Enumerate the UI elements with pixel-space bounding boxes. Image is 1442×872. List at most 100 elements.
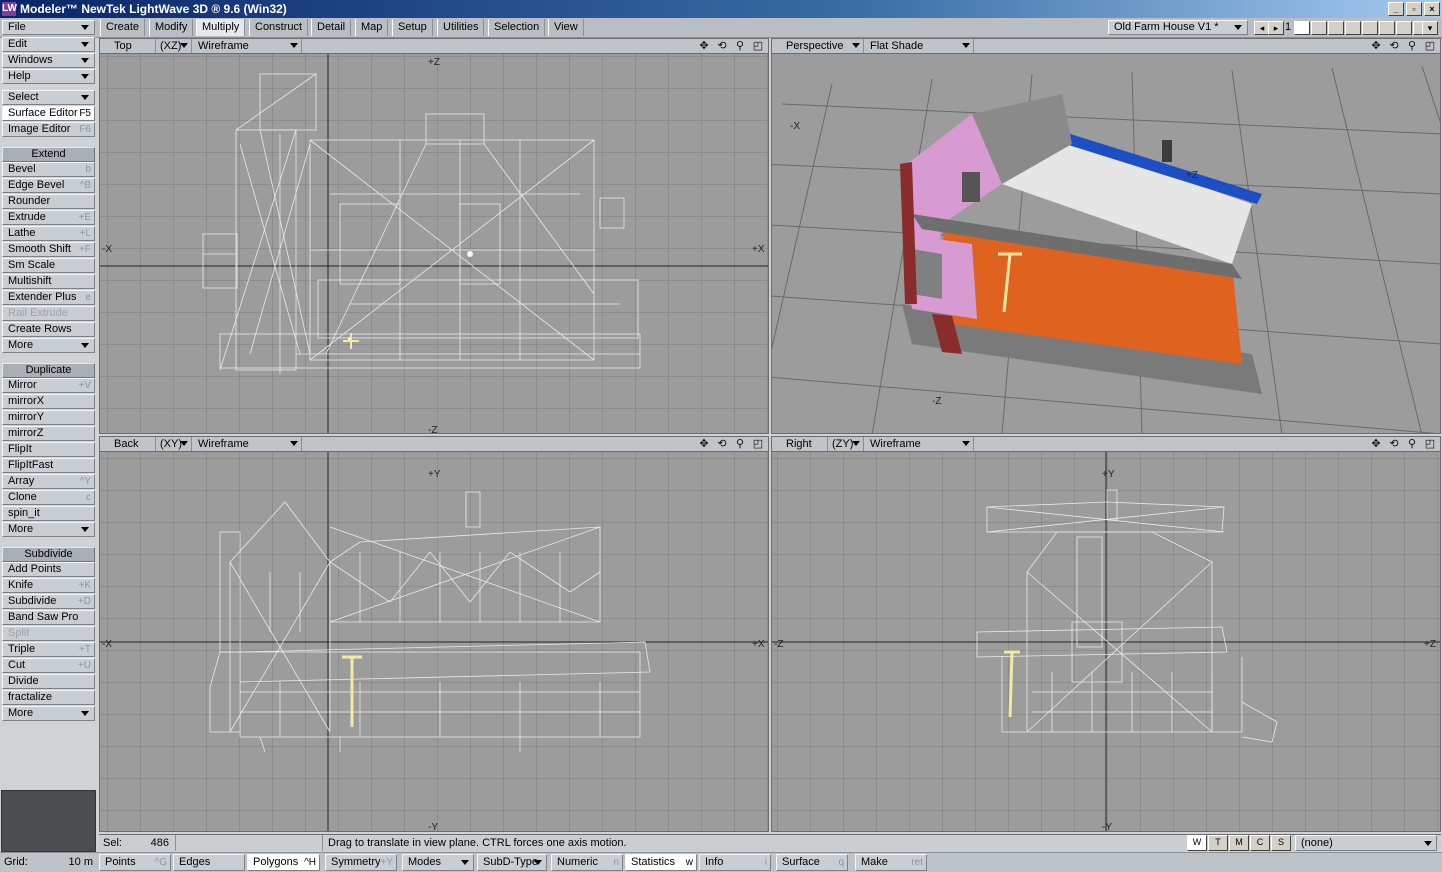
tab-utilities[interactable]: Utilities	[437, 19, 485, 36]
viewport-top-canvas[interactable]: +Z -Z -X +X	[100, 54, 768, 433]
flipitfast-button[interactable]: FlipItFast	[2, 458, 95, 473]
create-rows-button[interactable]: Create Rows	[2, 322, 95, 337]
surface-select[interactable]: (none)	[1295, 835, 1437, 851]
flipit-button[interactable]: FlipIt	[2, 442, 95, 457]
layer-menu-icon[interactable]: ▾	[1422, 21, 1438, 35]
spin-it-button[interactable]: spin_it	[2, 506, 95, 521]
tab-create[interactable]: Create	[100, 19, 146, 36]
rail-extrude-button[interactable]: Rail Extrude	[2, 306, 95, 321]
wtmcs-t-button[interactable]: T	[1208, 835, 1228, 851]
split-button[interactable]: Split	[2, 626, 95, 641]
move-view-icon[interactable]: ✥	[1368, 39, 1384, 53]
view-axes-back[interactable]: (XY)	[156, 437, 192, 451]
numeric-button[interactable]: Numeric n	[551, 854, 623, 871]
image-editor-button[interactable]: Image Editor F6	[2, 122, 95, 137]
view-name-top[interactable]: Top	[110, 39, 156, 53]
make-button[interactable]: Make ret	[855, 854, 927, 871]
help-menu[interactable]: Help	[2, 69, 95, 84]
layer-3-icon[interactable]	[1328, 21, 1344, 35]
clone-button[interactable]: Clone c	[2, 490, 95, 505]
rotate-view-icon[interactable]: ⟲	[1386, 39, 1402, 53]
knife-button[interactable]: Knife +K	[2, 578, 95, 593]
view-name-perspective[interactable]: Perspective	[782, 39, 864, 53]
view-axes-right[interactable]: (ZY)	[828, 437, 864, 451]
next-layer-icon[interactable]: ▸	[1268, 21, 1284, 35]
symmetry-button[interactable]: Symmetry +Y	[325, 854, 397, 871]
divide-button[interactable]: Divide	[2, 674, 95, 689]
cut-button[interactable]: Cut +U	[2, 658, 95, 673]
file-menu[interactable]: File	[2, 20, 95, 35]
modes-menu[interactable]: Modes	[402, 854, 474, 871]
viewport-right-canvas[interactable]: +Y -Y -Z +Z	[772, 452, 1440, 831]
minimize-button[interactable]: _	[1388, 2, 1404, 16]
bevel-button[interactable]: Bevel b	[2, 162, 95, 177]
tab-multiply[interactable]: Multiply	[196, 19, 246, 36]
rotate-view-icon[interactable]: ⟲	[1386, 437, 1402, 451]
rounder-button[interactable]: Rounder	[2, 194, 95, 209]
surface-editor-button[interactable]: Surface Editor F5	[2, 106, 95, 121]
edge-bevel-button[interactable]: Edge Bevel ^B	[2, 178, 95, 193]
edit-menu[interactable]: Edit	[2, 37, 95, 52]
polygons-mode-button[interactable]: Polygons ^H	[247, 854, 320, 871]
view-axes-top[interactable]: (XZ)	[156, 39, 192, 53]
maximize-view-icon[interactable]: ◰	[1422, 39, 1438, 53]
viewport-back[interactable]: Back (XY) Wireframe ✥ ⟲ ⚲ ◰ +Y -Y -X +X	[99, 436, 769, 832]
tab-modify[interactable]: Modify	[149, 19, 194, 36]
viewport-back-canvas[interactable]: +Y -Y -X +X	[100, 452, 768, 831]
viewport-right[interactable]: Right (ZY) Wireframe ✥ ⟲ ⚲ ◰ +Y -Y -Z +Z	[771, 436, 1441, 832]
viewport-top[interactable]: Top (XZ) Wireframe ✥ ⟲ ⚲ ◰ +Z -Z -X +X	[99, 38, 769, 434]
maximize-view-icon[interactable]: ◰	[750, 437, 766, 451]
lathe-button[interactable]: Lathe +L	[2, 226, 95, 241]
move-view-icon[interactable]: ✥	[1368, 437, 1384, 451]
render-mode-back[interactable]: Wireframe	[194, 437, 302, 451]
subdivide-more-button[interactable]: More	[2, 706, 95, 721]
tab-detail[interactable]: Detail	[311, 19, 352, 36]
tab-selection[interactable]: Selection	[488, 19, 546, 36]
layer-1-icon[interactable]	[1294, 21, 1310, 35]
array-button[interactable]: Array ^Y	[2, 474, 95, 489]
wtmcs-w-button[interactable]: W	[1187, 835, 1207, 851]
extrude-button[interactable]: Extrude +E	[2, 210, 95, 225]
mirrorz-button[interactable]: mirrorZ	[2, 426, 95, 441]
duplicate-more-button[interactable]: More	[2, 522, 95, 537]
mirrorx-button[interactable]: mirrorX	[2, 394, 95, 409]
tab-view[interactable]: View	[548, 19, 584, 36]
close-button[interactable]: ×	[1424, 2, 1440, 16]
move-view-icon[interactable]: ✥	[696, 39, 712, 53]
zoom-view-icon[interactable]: ⚲	[1404, 39, 1420, 53]
extend-more-button[interactable]: More	[2, 338, 95, 353]
render-mode-top[interactable]: Wireframe	[194, 39, 302, 53]
mirrory-button[interactable]: mirrorY	[2, 410, 95, 425]
tab-construct[interactable]: Construct	[249, 19, 309, 36]
layer-7-icon[interactable]	[1396, 21, 1412, 35]
rotate-view-icon[interactable]: ⟲	[714, 437, 730, 451]
fractalize-button[interactable]: fractalize	[2, 690, 95, 705]
viewport-perspective-canvas[interactable]: -X +Z -Z	[772, 54, 1440, 433]
surface-button[interactable]: Surface q	[776, 854, 848, 871]
wtmcs-s-button[interactable]: S	[1271, 835, 1291, 851]
select-menu[interactable]: Select	[2, 90, 95, 105]
object-select[interactable]: Old Farm House V1 *	[1108, 20, 1248, 35]
maximize-view-icon[interactable]: ◰	[750, 39, 766, 53]
tab-map[interactable]: Map	[355, 19, 389, 36]
statistics-button[interactable]: Statistics w	[625, 854, 697, 871]
add-points-button[interactable]: Add Points	[2, 562, 95, 577]
extender-plus-button[interactable]: Extender Plus e	[2, 290, 95, 305]
smooth-shift-button[interactable]: Smooth Shift +F	[2, 242, 95, 257]
zoom-view-icon[interactable]: ⚲	[1404, 437, 1420, 451]
layer-6-icon[interactable]	[1379, 21, 1395, 35]
view-name-right[interactable]: Right	[782, 437, 828, 451]
multishift-button[interactable]: Multishift	[2, 274, 95, 289]
windows-menu[interactable]: Windows	[2, 53, 95, 68]
viewport-perspective[interactable]: Perspective Flat Shade ✥ ⟲ ⚲ ◰ -X +Z -Z	[771, 38, 1441, 434]
info-button[interactable]: Info i	[699, 854, 771, 871]
band-saw-pro-button[interactable]: Band Saw Pro	[2, 610, 95, 625]
subd-type-menu[interactable]: SubD-Type	[477, 854, 547, 871]
points-mode-button[interactable]: Points ^G	[99, 854, 171, 871]
triple-button[interactable]: Triple +T	[2, 642, 95, 657]
zoom-view-icon[interactable]: ⚲	[732, 437, 748, 451]
view-name-back[interactable]: Back	[110, 437, 156, 451]
rotate-view-icon[interactable]: ⟲	[714, 39, 730, 53]
tab-setup[interactable]: Setup	[392, 19, 433, 36]
edges-mode-button[interactable]: Edges	[173, 854, 245, 871]
